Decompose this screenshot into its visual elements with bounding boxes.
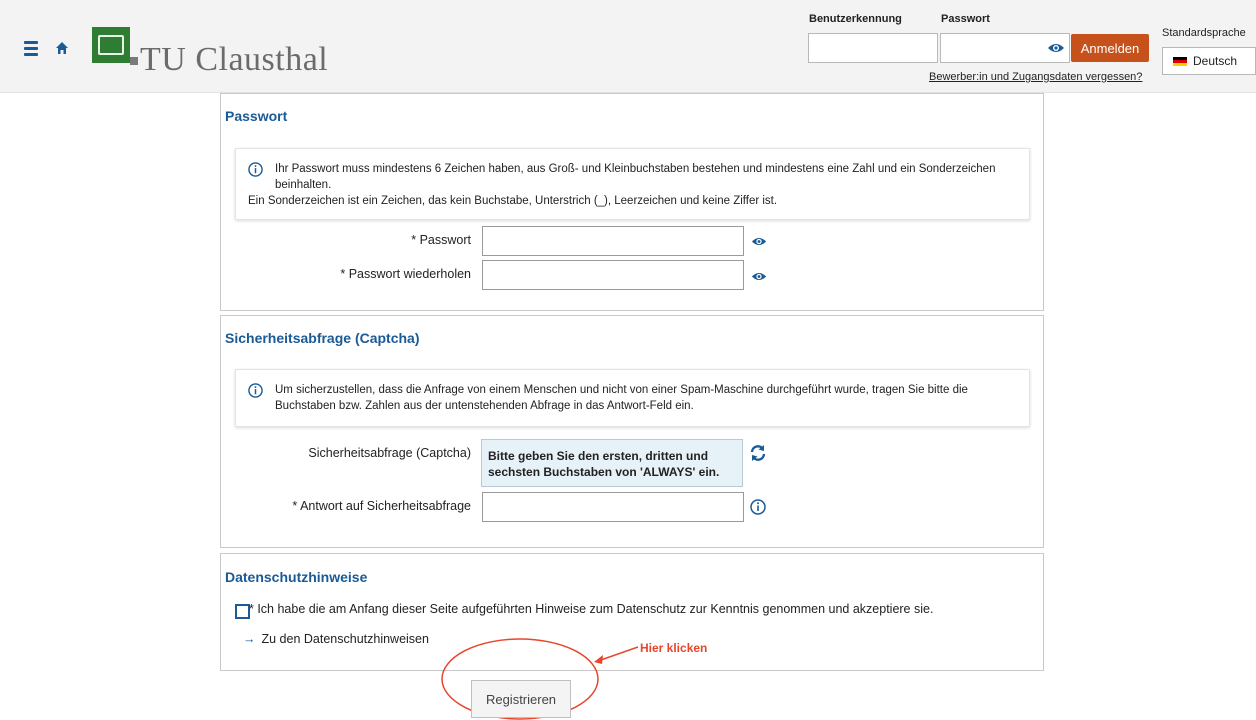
annotation-text: Hier klicken (640, 641, 708, 655)
header-password-label: Passwort (941, 13, 990, 25)
privacy-section-title: Datenschutzhinweise (225, 569, 368, 585)
header-bar: TU Clausthal Benutzerkennung Passwort An… (0, 0, 1256, 93)
language-select[interactable]: Deutsch (1162, 47, 1256, 75)
password-requirements-text: Ihr Passwort muss mindestens 6 Zeichen h… (275, 163, 996, 191)
privacy-link-text: Zu den Datenschutzhinweisen (261, 632, 429, 646)
menu-icon[interactable] (24, 41, 38, 57)
repeat-password-label: * Passwort wiederholen (340, 267, 471, 281)
password-input[interactable] (482, 226, 744, 256)
university-logo-icon (92, 27, 130, 63)
password-section-title: Passwort (225, 108, 288, 124)
captcha-question: Bitte geben Sie den ersten, dritten und … (481, 439, 743, 487)
privacy-panel: Datenschutzhinweise * Ich habe die am An… (220, 553, 1044, 671)
arrow-right-icon: → (243, 632, 256, 646)
show-password-eye-icon[interactable] (751, 236, 767, 247)
password-panel: Passwort Ihr Passwort muss mindestens 6 … (220, 93, 1044, 311)
language-value: Deutsch (1193, 54, 1238, 68)
german-flag-icon (1173, 56, 1187, 66)
show-repeat-password-eye-icon[interactable] (751, 271, 767, 282)
login-button[interactable]: Anmelden (1071, 34, 1149, 62)
username-label: Benutzerkennung (809, 13, 902, 25)
home-icon[interactable] (55, 41, 69, 55)
captcha-section-title: Sicherheitsabfrage (Captcha) (225, 330, 420, 346)
captcha-info-text: Um sicherzustellen, dass die Anfrage von… (275, 384, 968, 412)
logo-accent (130, 57, 138, 65)
info-icon (248, 383, 263, 398)
privacy-info-link[interactable]: → Zu den Datenschutzhinweisen (243, 632, 429, 646)
show-password-eye-icon[interactable] (1047, 42, 1065, 54)
answer-help-info-icon[interactable] (750, 499, 766, 515)
captcha-answer-label: * Antwort auf Sicherheitsabfrage (292, 499, 471, 513)
captcha-label: Sicherheitsabfrage (Captcha) (308, 446, 471, 460)
repeat-password-input[interactable] (482, 260, 744, 290)
register-button[interactable]: Registrieren (471, 680, 571, 718)
password-info-box: Ihr Passwort muss mindestens 6 Zeichen h… (235, 148, 1030, 220)
language-label: Standardsprache (1162, 27, 1246, 39)
logo-text: TU Clausthal (140, 41, 329, 78)
special-char-text: Ein Sonderzeichen ist ein Zeichen, das k… (248, 195, 778, 207)
privacy-consent-text: * Ich habe die am Anfang dieser Seite au… (249, 602, 934, 616)
password-label: * Passwort (411, 233, 471, 247)
captcha-info-box: Um sicherzustellen, dass die Anfrage von… (235, 369, 1030, 427)
username-input[interactable] (808, 33, 938, 63)
refresh-captcha-icon[interactable] (749, 444, 767, 462)
privacy-consent-checkbox[interactable] (235, 604, 250, 619)
captcha-answer-input[interactable] (482, 492, 744, 522)
info-icon (248, 162, 263, 177)
forgot-credentials-link[interactable]: Bewerber:in und Zugangsdaten vergessen? (929, 71, 1142, 83)
captcha-panel: Sicherheitsabfrage (Captcha) Um sicherzu… (220, 315, 1044, 548)
